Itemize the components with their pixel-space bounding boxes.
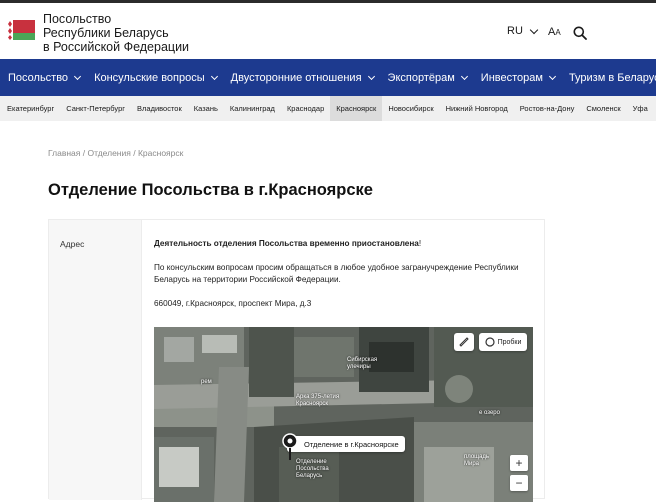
city-tab-rostov[interactable]: Ростов-на-Дону xyxy=(514,96,581,121)
nav-label: Инвесторам xyxy=(480,71,543,84)
page-title: Отделение Посольства в г.Красноярске xyxy=(48,181,373,199)
language-selector[interactable]: RU xyxy=(507,25,539,37)
chevron-down-icon xyxy=(529,25,539,34)
satellite-map[interactable]: Пробки Сибирская улечиры Арка 375-летия Кр… xyxy=(154,327,533,502)
embassy-brand[interactable]: Посольство Республики Беларусь в Российс… xyxy=(43,12,189,54)
nav-label: Посольство xyxy=(8,71,69,84)
city-tab-nizhny-novgorod[interactable]: Нижний Новгород xyxy=(440,96,514,121)
breadcrumb-section[interactable]: Отделения xyxy=(87,148,130,158)
place-arch-line1: Арка 375-летия xyxy=(296,394,340,400)
font-size-small-label: A xyxy=(555,28,561,37)
nav-label: Двусторонние отношения xyxy=(230,71,362,84)
breadcrumb-separator: / xyxy=(82,148,86,158)
place-square-line1: площадь xyxy=(464,454,490,460)
city-tab-saint-petersburg[interactable]: Санкт-Петербург xyxy=(60,96,131,121)
chevron-down-icon xyxy=(460,72,468,80)
city-tab-kazan[interactable]: Казань xyxy=(188,96,224,121)
consular-instructions: По консульским вопросам просим обращатьс… xyxy=(154,263,519,284)
info-label-column xyxy=(49,220,142,500)
nav-label: Консульские вопросы xyxy=(94,71,205,84)
suspension-notice: Деятельность отделения Посольства времен… xyxy=(154,239,419,248)
chevron-down-icon xyxy=(548,72,556,80)
city-tab-ufa[interactable]: Уфа xyxy=(627,96,654,121)
chevron-down-icon xyxy=(74,72,82,80)
language-label: RU xyxy=(507,25,523,37)
place-label-ozero: е озеро xyxy=(479,410,500,416)
city-tab-kaliningrad[interactable]: Калининград xyxy=(224,96,281,121)
city-tab-ekaterinburg[interactable]: Екатеринбург xyxy=(1,96,60,121)
city-tab-vladivostok[interactable]: Владивосток xyxy=(131,96,188,121)
place-label-arch: Арка 375-летия Красноярск xyxy=(296,394,339,408)
breadcrumb-home[interactable]: Главная xyxy=(48,148,80,158)
place-siberian-line2: улечиры xyxy=(347,364,371,370)
address-label: Адрес xyxy=(60,239,85,249)
brand-line-1: Посольство xyxy=(43,12,112,26)
ruler-icon xyxy=(459,337,469,347)
place-square-line2: Мира xyxy=(464,461,480,467)
nav-item-bilateral[interactable]: Двусторонние отношения xyxy=(230,71,375,84)
suspension-notice-end: ! xyxy=(418,239,422,248)
search-icon[interactable] xyxy=(573,26,587,40)
nav-item-tourism[interactable]: Туризм в Беларуси xyxy=(569,72,656,84)
breadcrumb-current: Красноярск xyxy=(137,148,184,158)
office-info-content: Деятельность отделения Посольства времен… xyxy=(154,238,534,322)
place-label-office: Отделение Посольства Беларусь xyxy=(296,459,329,480)
site-header: Посольство Республики Беларусь в Российс… xyxy=(0,3,656,59)
nav-label: Экспортёрам xyxy=(387,71,455,84)
map-pin-icon[interactable] xyxy=(282,433,298,461)
place-label-square: площадь Мира xyxy=(464,454,489,468)
city-tab-novosibirsk[interactable]: Новосибирск xyxy=(382,96,439,121)
office-info-card: Адрес Деятельность отделения Посольства … xyxy=(48,219,545,502)
map-imagery xyxy=(154,327,533,502)
font-size-toggle[interactable]: AA xyxy=(548,26,561,38)
belarus-flag-icon[interactable] xyxy=(7,18,35,42)
city-tab-krasnoyarsk[interactable]: Красноярск xyxy=(330,96,383,121)
brand-line-2: Республики Беларусь xyxy=(43,26,169,40)
city-tab-smolensk[interactable]: Смоленск xyxy=(580,96,626,121)
office-address: 660049, г.Красноярск, проспект Мира, д.3 xyxy=(154,299,312,308)
nav-item-consular[interactable]: Консульские вопросы xyxy=(94,71,218,84)
breadcrumb-separator: / xyxy=(133,148,136,158)
nav-label: Туризм в Беларуси xyxy=(568,71,656,84)
zoom-in-button[interactable]: + xyxy=(510,455,528,471)
chevron-down-icon xyxy=(367,72,375,80)
traffic-button[interactable]: Пробки xyxy=(479,333,527,351)
zoom-out-button[interactable]: − xyxy=(510,475,528,491)
place-office-line2: Посольства xyxy=(296,466,329,472)
nav-item-exporters[interactable]: Экспортёрам xyxy=(387,71,468,84)
traffic-icon xyxy=(484,337,495,347)
office-pin-text: Отделение в г.Красноярске xyxy=(304,439,399,449)
place-siberian-line1: Сибирская xyxy=(347,357,378,363)
place-label-siberian: Сибирская улечиры xyxy=(347,357,377,371)
city-tabs: Екатеринбург Санкт-Петербург Владивосток… xyxy=(0,96,656,121)
nav-item-embassy[interactable]: Посольство xyxy=(8,71,82,84)
breadcrumb: Главная / Отделения / Красноярск xyxy=(48,148,183,158)
traffic-label: Пробки xyxy=(497,338,522,346)
place-arch-line2: Красноярск xyxy=(296,401,329,407)
city-tab-krasnodar[interactable]: Краснодар xyxy=(281,96,330,121)
nav-item-investors[interactable]: Инвесторам xyxy=(480,71,556,84)
place-office-line1: Отделение xyxy=(296,459,327,465)
main-navigation: Посольство Консульские вопросы Двусторон… xyxy=(0,59,656,96)
ruler-button[interactable] xyxy=(454,333,474,351)
place-office-line3: Беларусь xyxy=(296,473,323,479)
place-label-term: рем xyxy=(201,379,212,385)
brand-line-3: в Российской Федерации xyxy=(43,40,190,54)
chevron-down-icon xyxy=(210,72,218,80)
office-pin-label[interactable]: Отделение в г.Красноярске xyxy=(287,436,405,452)
